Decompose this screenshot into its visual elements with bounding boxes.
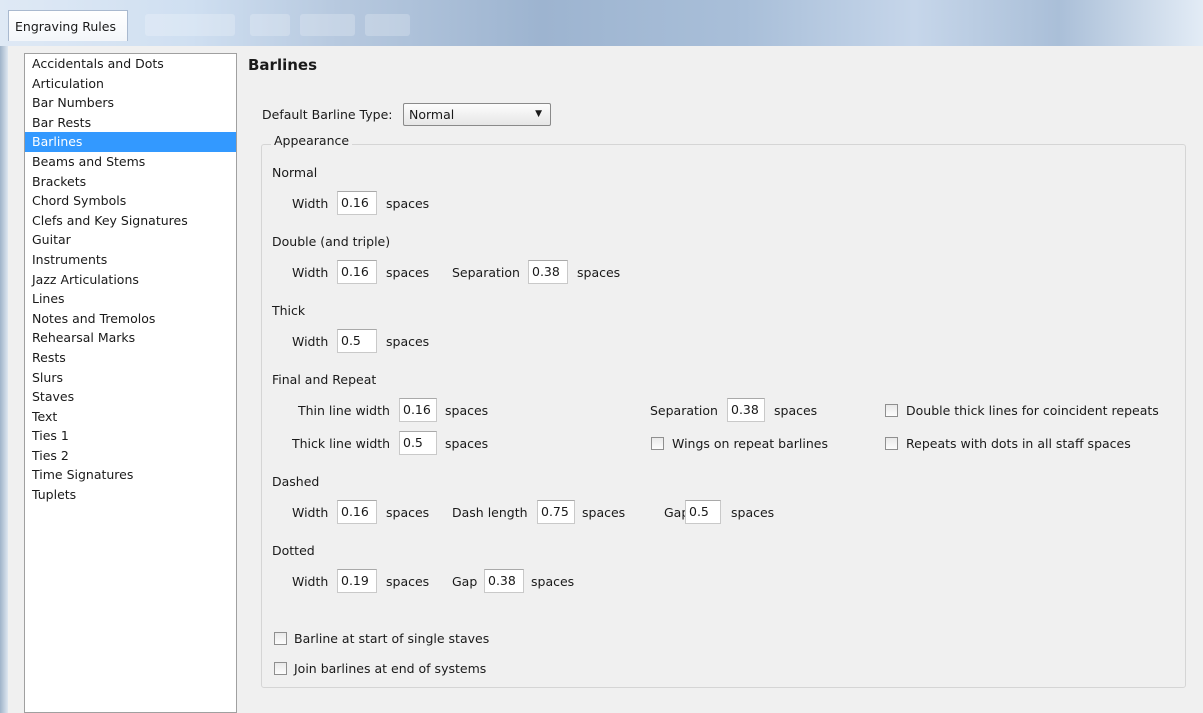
chevron-down-icon: ▼ xyxy=(535,109,542,119)
category-item[interactable]: Notes and Tremolos xyxy=(25,309,236,329)
double-thick-lines-checkbox[interactable] xyxy=(885,404,898,417)
barline-start-label: Barline at start of single staves xyxy=(294,631,490,646)
units-label: spaces xyxy=(386,574,430,589)
units-label: spaces xyxy=(386,265,430,280)
default-barline-label: Default Barline Type: xyxy=(262,107,393,122)
tab-engraving-rules[interactable]: Engraving Rules xyxy=(8,10,128,41)
category-item[interactable]: Bar Rests xyxy=(25,113,236,133)
blurred-tab xyxy=(145,14,235,36)
units-label: spaces xyxy=(774,403,818,418)
category-item[interactable]: Beams and Stems xyxy=(25,152,236,172)
units-label: spaces xyxy=(577,265,621,280)
dash-length-label: Dash length xyxy=(452,505,528,520)
join-barlines-label: Join barlines at end of systems xyxy=(294,661,487,676)
repeats-dots-checkbox[interactable] xyxy=(885,437,898,450)
category-item[interactable]: Ties 2 xyxy=(25,446,236,466)
double-thick-lines-label: Double thick lines for coincident repeat… xyxy=(906,403,1159,418)
category-item[interactable]: Staves xyxy=(25,387,236,407)
window-frame-edge xyxy=(0,46,8,713)
double-separation-input[interactable]: 0.38 xyxy=(528,260,568,284)
category-item[interactable]: Chord Symbols xyxy=(25,191,236,211)
wings-label: Wings on repeat barlines xyxy=(672,436,828,451)
thick-line-width-input[interactable]: 0.5 xyxy=(399,431,437,455)
units-label: spaces xyxy=(445,436,489,451)
category-item[interactable]: Tuplets xyxy=(25,485,236,505)
double-separation-label: Separation xyxy=(452,265,520,280)
dashed-gap-input[interactable]: 0.5 xyxy=(685,500,721,524)
category-list[interactable]: Accidentals and Dots Articulation Bar Numb… xyxy=(24,53,237,713)
thick-width-input[interactable]: 0.5 xyxy=(337,329,377,353)
units-label: spaces xyxy=(386,196,430,211)
units-label: spaces xyxy=(582,505,626,520)
double-width-input[interactable]: 0.16 xyxy=(337,260,377,284)
units-label: spaces xyxy=(445,403,489,418)
dotted-heading: Dotted xyxy=(272,543,315,558)
units-label: spaces xyxy=(731,505,775,520)
repeats-dots-label: Repeats with dots in all staff spaces xyxy=(906,436,1131,451)
dashed-heading: Dashed xyxy=(272,474,320,489)
category-item[interactable]: Slurs xyxy=(25,368,236,388)
units-label: spaces xyxy=(386,334,430,349)
double-heading: Double (and triple) xyxy=(272,234,391,249)
category-item[interactable]: Bar Numbers xyxy=(25,93,236,113)
dashed-width-input[interactable]: 0.16 xyxy=(337,500,377,524)
thick-width-label: Width xyxy=(292,334,329,349)
category-item[interactable]: Time Signatures xyxy=(25,465,236,485)
thick-heading: Thick xyxy=(272,303,306,318)
barline-start-checkbox[interactable] xyxy=(274,632,287,645)
dashed-width-label: Width xyxy=(292,505,329,520)
appearance-group-title: Appearance xyxy=(271,133,353,148)
final-separation-input[interactable]: 0.38 xyxy=(727,398,765,422)
category-item[interactable]: Barlines xyxy=(25,132,236,152)
double-width-label: Width xyxy=(292,265,329,280)
category-item[interactable]: Ties 1 xyxy=(25,426,236,446)
final-repeat-heading: Final and Repeat xyxy=(272,372,377,387)
wings-checkbox[interactable] xyxy=(651,437,664,450)
thin-line-width-label: Thin line width xyxy=(298,403,390,418)
category-item[interactable]: Text xyxy=(25,407,236,427)
blurred-tab xyxy=(250,14,290,36)
thick-line-width-label: Thick line width xyxy=(292,436,391,451)
category-item[interactable]: Articulation xyxy=(25,74,236,94)
dotted-gap-label: Gap xyxy=(452,574,478,589)
category-item[interactable]: Guitar xyxy=(25,230,236,250)
final-separation-label: Separation xyxy=(650,403,718,418)
window-titlebar: Engraving Rules xyxy=(0,0,1203,46)
dotted-gap-input[interactable]: 0.38 xyxy=(484,569,524,593)
category-item[interactable]: Brackets xyxy=(25,172,236,192)
dotted-width-label: Width xyxy=(292,574,329,589)
default-barline-value: Normal xyxy=(409,107,455,122)
dash-length-input[interactable]: 0.75 xyxy=(537,500,575,524)
default-barline-select[interactable]: Normal ▼ xyxy=(403,103,551,126)
normal-width-input[interactable]: 0.16 xyxy=(337,191,377,215)
category-item[interactable]: Lines xyxy=(25,289,236,309)
category-item[interactable]: Rests xyxy=(25,348,236,368)
units-label: spaces xyxy=(386,505,430,520)
units-label: spaces xyxy=(531,574,575,589)
category-item[interactable]: Jazz Articulations xyxy=(25,270,236,290)
blurred-tab xyxy=(300,14,355,36)
category-item[interactable]: Instruments xyxy=(25,250,236,270)
blurred-tab xyxy=(365,14,410,36)
page-title: Barlines xyxy=(248,56,318,74)
thin-line-width-input[interactable]: 0.16 xyxy=(399,398,437,422)
category-item[interactable]: Accidentals and Dots xyxy=(25,54,236,74)
join-barlines-checkbox[interactable] xyxy=(274,662,287,675)
normal-width-label: Width xyxy=(292,196,329,211)
normal-heading: Normal xyxy=(272,165,318,180)
dotted-width-input[interactable]: 0.19 xyxy=(337,569,377,593)
category-item[interactable]: Clefs and Key Signatures xyxy=(25,211,236,231)
category-item[interactable]: Rehearsal Marks xyxy=(25,328,236,348)
